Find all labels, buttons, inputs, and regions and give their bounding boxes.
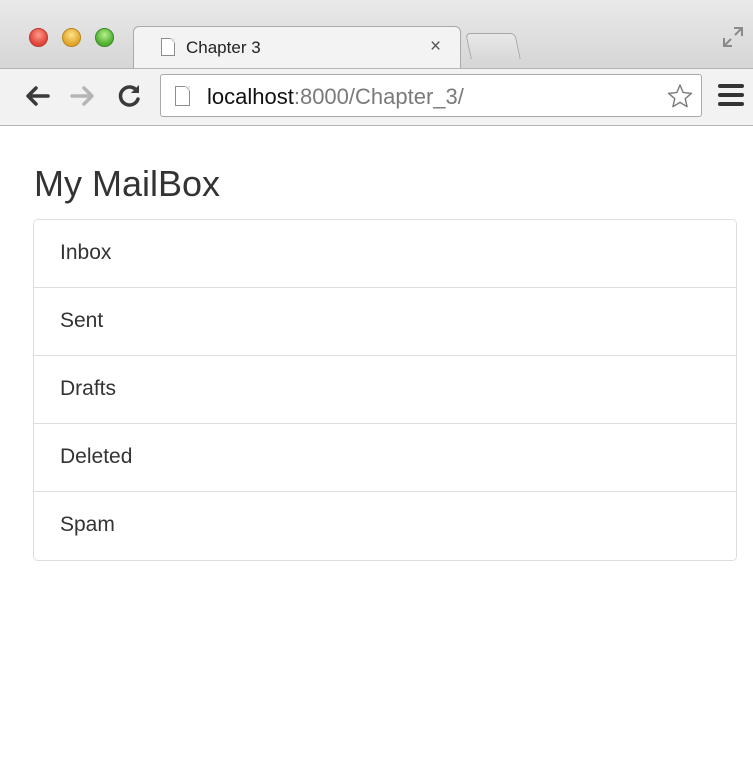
tab-title: Chapter 3 — [186, 38, 261, 57]
browser-toolbar: localhost:8000/Chapter_3/ — [0, 68, 753, 126]
folder-item-drafts[interactable]: Drafts — [34, 356, 736, 424]
url-path: :8000/Chapter_3/ — [293, 84, 464, 109]
reload-icon[interactable] — [115, 81, 145, 111]
minimize-window-button[interactable] — [62, 28, 81, 47]
page-content: My MailBox Inbox Sent Drafts Deleted Spa… — [0, 126, 753, 773]
star-icon[interactable] — [667, 83, 693, 109]
tab-close-button[interactable]: × — [430, 36, 441, 58]
fullscreen-icon[interactable] — [722, 26, 744, 48]
page-icon — [161, 38, 175, 56]
forward-arrow-icon[interactable] — [68, 81, 98, 111]
url-text[interactable]: localhost:8000/Chapter_3/ — [207, 84, 464, 110]
url-host: localhost — [207, 84, 294, 109]
folder-item-inbox[interactable]: Inbox — [34, 220, 736, 288]
new-tab-button[interactable] — [465, 33, 521, 59]
hamburger-menu-icon[interactable] — [718, 84, 744, 108]
back-arrow-icon[interactable] — [22, 81, 52, 111]
browser-tab[interactable]: Chapter 3 × — [133, 26, 461, 69]
zoom-window-button[interactable] — [95, 28, 114, 47]
mailbox-folder-list: Inbox Sent Drafts Deleted Spam — [33, 219, 737, 561]
page-title: My MailBox — [34, 163, 221, 204]
browser-titlebar: Chapter 3 × — [0, 0, 753, 69]
page-icon — [175, 86, 190, 106]
folder-item-deleted[interactable]: Deleted — [34, 424, 736, 492]
folder-item-spam[interactable]: Spam — [34, 492, 736, 560]
folder-item-sent[interactable]: Sent — [34, 288, 736, 356]
close-window-button[interactable] — [29, 28, 48, 47]
address-bar[interactable]: localhost:8000/Chapter_3/ — [160, 74, 702, 117]
